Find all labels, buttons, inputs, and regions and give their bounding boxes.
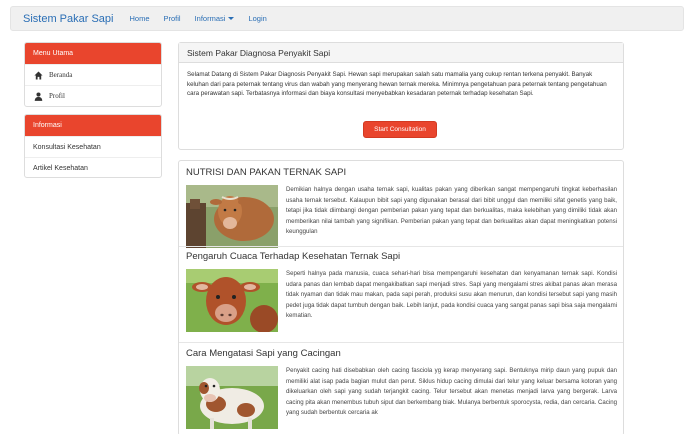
cow-image (186, 269, 278, 332)
user-icon (33, 91, 43, 101)
article-text: Demikian halnya dengan usaha ternak sapi… (286, 186, 617, 236)
article-title[interactable]: Cara Mengatasi Sapi yang Cacingan (186, 347, 618, 361)
article-title[interactable]: NUTRISI DAN PAKAN TERNAK SAPI (186, 166, 618, 180)
article-item: Pengaruh Cuaca Terhadap Kesehatan Ternak… (186, 250, 618, 332)
article-divider (179, 246, 623, 247)
articles-panel: NUTRISI DAN PAKAN TERNAK SAPI Demikian h… (178, 160, 624, 434)
sidebar-item-artikel[interactable]: Artikel Kesehatan (25, 157, 161, 178)
cow-image (186, 185, 278, 248)
nav-profil[interactable]: Profil (164, 14, 181, 23)
sidebar-menu-utama: Menu Utama Beranda Profil (24, 42, 162, 107)
top-navbar: Sistem Pakar Sapi Home Profil Informasi … (10, 6, 684, 31)
article-item: Cara Mengatasi Sapi yang Cacingan Penyak… (186, 347, 618, 429)
sidebar-item-profil[interactable]: Profil (25, 85, 161, 106)
sidebar-item-label: Profil (49, 92, 65, 100)
article-divider (179, 342, 623, 343)
article-text: Penyakit cacing hati disebabkan oleh cac… (286, 367, 617, 417)
sidebar-info-title: Informasi (25, 115, 161, 136)
start-consultation-button[interactable]: Start Consultation (363, 121, 437, 138)
article-text: Seperti halnya pada manusia, cuaca sehar… (286, 270, 617, 320)
welcome-panel: Sistem Pakar Diagnosa Penyakit Sapi Sela… (178, 42, 624, 150)
nav-login[interactable]: Login (248, 14, 266, 23)
home-icon (33, 70, 43, 80)
sidebar-item-label: Beranda (49, 71, 73, 79)
page-title: Sistem Pakar Diagnosa Penyakit Sapi (179, 43, 623, 63)
sidebar-item-konsultasi[interactable]: Konsultasi Kesehatan (25, 136, 161, 157)
article-title[interactable]: Pengaruh Cuaca Terhadap Kesehatan Ternak… (186, 250, 618, 264)
article-item: NUTRISI DAN PAKAN TERNAK SAPI Demikian h… (186, 166, 618, 248)
welcome-text: Selamat Datang di Sistem Pakar Diagnosis… (187, 71, 607, 97)
cow-image (186, 366, 278, 429)
nav-informasi-dropdown[interactable]: Informasi (195, 14, 235, 23)
sidebar-item-beranda[interactable]: Beranda (25, 64, 161, 85)
sidebar-menu-title: Menu Utama (25, 43, 161, 64)
sidebar-informasi: Informasi Konsultasi Kesehatan Artikel K… (24, 114, 162, 178)
nav-informasi-label: Informasi (194, 14, 226, 23)
brand-logo-text[interactable]: Sistem Pakar Sapi (23, 13, 113, 25)
chevron-down-icon (228, 17, 235, 20)
nav-home[interactable]: Home (129, 14, 149, 23)
